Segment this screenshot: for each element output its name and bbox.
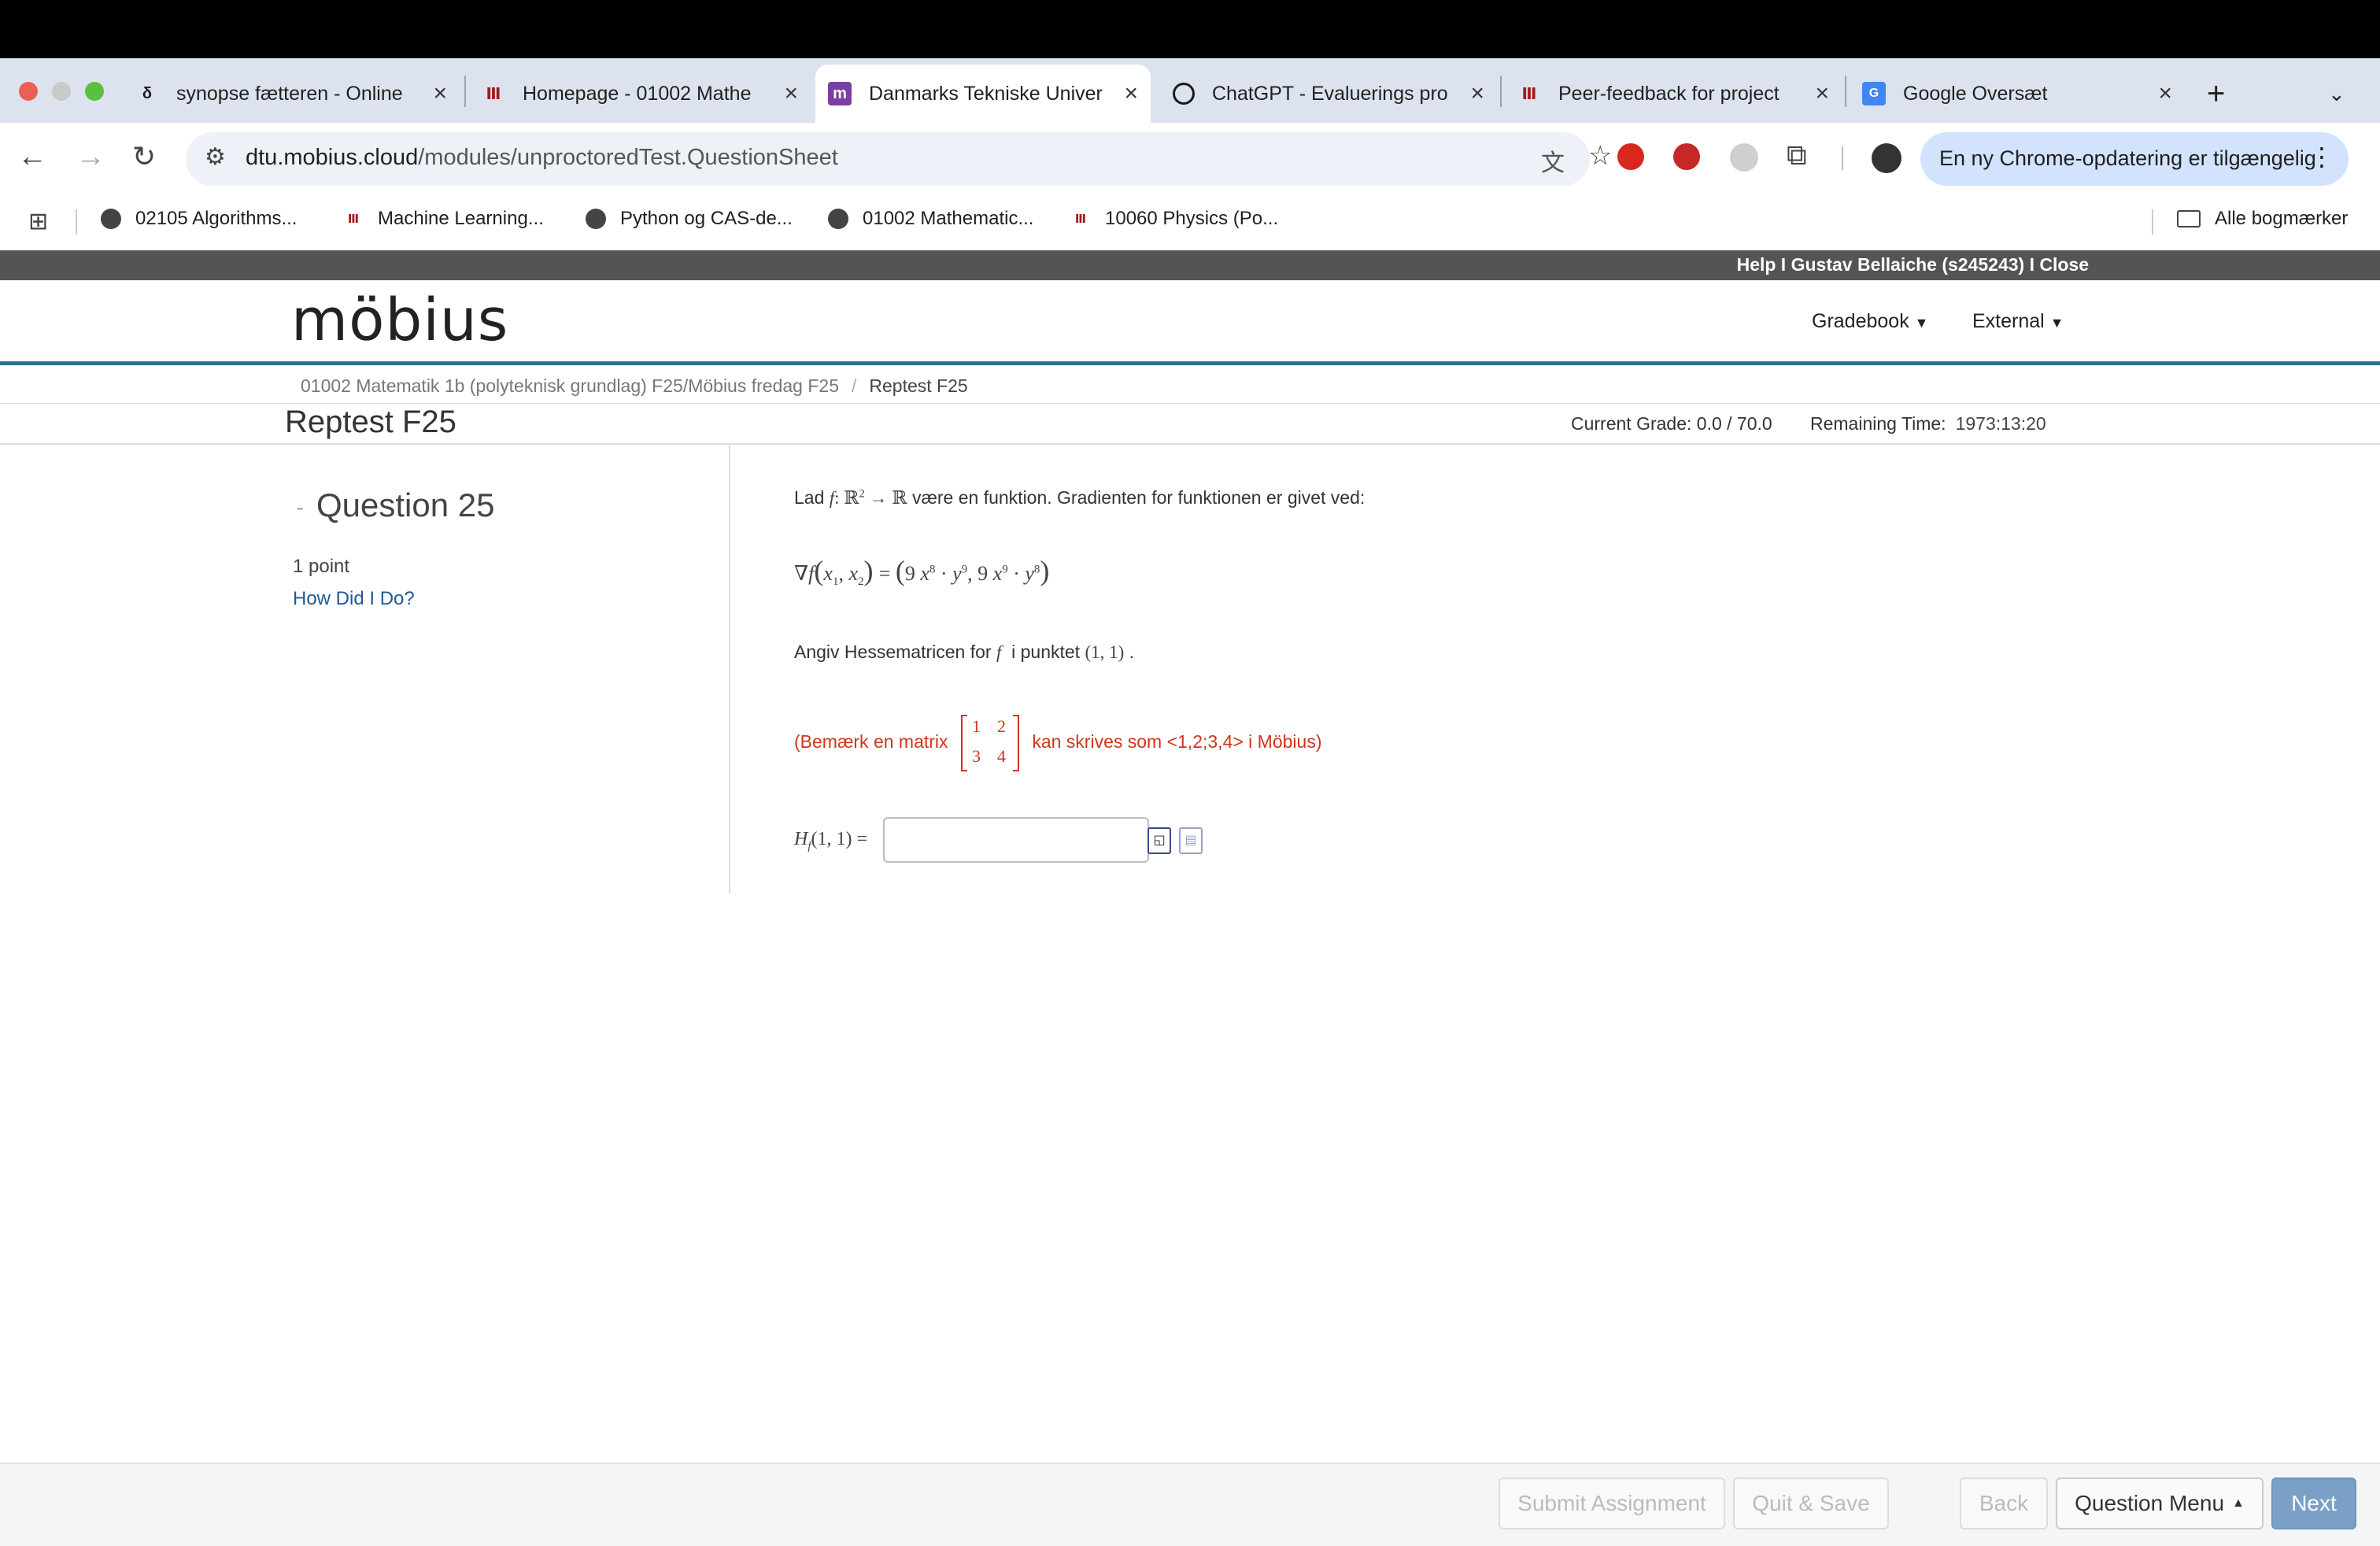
update-label: En ny Chrome-opdatering er tilgængelig (1939, 146, 2316, 170)
screen-top-bar (0, 0, 2380, 58)
breadcrumb-course[interactable]: 01002 Matematik 1b (polyteknisk grundlag… (301, 375, 839, 396)
plus-icon: + (2207, 76, 2226, 111)
adblock-extension-icon[interactable] (1617, 143, 1644, 170)
page-title: Reptest F25 (285, 405, 456, 439)
tab-homepage[interactable]: Ⅲ Homepage - 01002 Mathe × (469, 65, 811, 123)
seo-extension-icon[interactable] (1673, 143, 1700, 170)
nav-external[interactable]: External ▼ (1972, 310, 2064, 333)
url-text: dtu.mobius.cloud/modules/unproctoredTest… (246, 145, 838, 170)
back-button[interactable]: Back (1960, 1478, 2048, 1529)
globe-icon (828, 209, 848, 229)
forward-arrow-icon[interactable]: → (76, 140, 105, 174)
question-intro: Lad f: ℝ2 → ℝ være en funktion. Gradient… (794, 487, 1366, 508)
divider (76, 209, 77, 235)
new-tab-button[interactable]: + (2196, 65, 2243, 123)
divider (1842, 146, 1843, 170)
dtu-icon: Ⅲ (486, 85, 501, 103)
matrix-note: (Bemærk en matrix 1 2 3 4 kan skrives so… (794, 715, 1322, 771)
tab-search-button[interactable]: ⌄ (2314, 65, 2361, 123)
breadcrumb-current: Reptest F25 (869, 375, 968, 396)
tab-title: Danmarks Tekniske Univer (869, 82, 1103, 105)
caret-down-icon: ▼ (2049, 315, 2064, 331)
globe-icon (101, 209, 121, 229)
bookmark-item[interactable]: Ⅲ 10060 Physics (Po... (1070, 208, 1278, 230)
tab-title: Homepage - 01002 Mathe (523, 82, 752, 105)
dtu-icon: Ⅲ (1074, 213, 1087, 226)
caret-up-icon: ▲ (2232, 1496, 2245, 1510)
question-menu-button[interactable]: Question Menu ▲ (2056, 1478, 2264, 1529)
how-did-i-do-link[interactable]: How Did I Do? (293, 588, 415, 610)
tab-title: Google Oversæt (1903, 82, 2048, 105)
maximize-window-button[interactable] (85, 82, 104, 101)
example-matrix: 1 2 3 4 (960, 715, 1019, 771)
dtu-icon: Ⅲ (1521, 85, 1537, 103)
tab-title: ChatGPT - Evaluerings pro (1212, 82, 1448, 105)
tab-google-translate[interactable]: G Google Oversæt × (1850, 65, 2185, 123)
site-settings-icon[interactable]: ⚙ (205, 143, 226, 171)
breadcrumb: 01002 Matematik 1b (polyteknisk grundlag… (301, 375, 968, 396)
next-button[interactable]: Next (2271, 1478, 2356, 1529)
bookmark-item[interactable]: 02105 Algorithms... (101, 208, 297, 230)
divider (2152, 209, 2153, 235)
close-tab-icon[interactable]: × (2158, 80, 2172, 107)
question-label: - Question 25 (296, 486, 495, 523)
all-bookmarks-button[interactable]: Alle bogmærker (2177, 208, 2348, 230)
submit-assignment-button[interactable]: Submit Assignment (1499, 1478, 1725, 1529)
collapse-icon[interactable]: - (296, 494, 304, 520)
tab-danmarks[interactable]: m Danmarks Tekniske Univer × (815, 65, 1151, 123)
bookmark-star-icon[interactable]: ☆ (1588, 140, 1612, 172)
grammarly-icon: δ (142, 84, 153, 102)
folder-icon (2177, 210, 2201, 227)
equation-editor-icon[interactable]: ▤ (1179, 827, 1203, 854)
tab-separator (464, 76, 466, 107)
puzzle-icon[interactable]: ⧉ (1787, 139, 1807, 172)
hessian-answer-input[interactable] (883, 817, 1149, 863)
preview-icon[interactable]: ◱ (1148, 827, 1171, 854)
help-user-close-links[interactable]: Help I Gustav Bellaiche (s245243) I Clos… (1737, 254, 2089, 276)
bookmark-item[interactable]: Python og CAS-de... (586, 208, 793, 230)
remaining-time: Remaining Time: 1973:13:20 (1810, 413, 2046, 434)
translate-icon[interactable]: 文 (1541, 143, 1565, 178)
mobius-top-bar: Help I Gustav Bellaiche (s245243) I Clos… (0, 250, 2380, 280)
tab-separator (1500, 76, 1502, 107)
close-tab-icon[interactable]: × (784, 80, 798, 107)
close-tab-icon[interactable]: × (1815, 80, 1829, 107)
kebab-menu-icon[interactable]: ⋮ (2309, 142, 2334, 172)
minimize-window-button[interactable] (52, 82, 71, 101)
close-window-button[interactable] (19, 82, 38, 101)
mobius-icon: m (828, 82, 852, 105)
tab-title: Peer-feedback for project (1558, 82, 1779, 105)
apps-grid-icon[interactable]: ⊞ (28, 208, 48, 235)
chatgpt-icon (1173, 83, 1195, 105)
nav-gradebook[interactable]: Gradebook ▼ (1812, 310, 1928, 333)
current-grade: Current Grade: 0.0 / 70.0 (1571, 413, 1772, 434)
chrome-update-button[interactable]: En ny Chrome-opdatering er tilgængelig ⋮ (1920, 132, 2349, 186)
globe-icon (586, 209, 606, 229)
tab-peer-feedback[interactable]: Ⅲ Peer-feedback for project × (1505, 65, 1842, 123)
address-bar[interactable]: ⚙ dtu.mobius.cloud/modules/unproctoredTe… (186, 132, 1612, 186)
quit-save-button[interactable]: Quit & Save (1733, 1478, 1889, 1529)
google-translate-icon: G (1862, 82, 1886, 105)
gradient-formula: ∇f(x1, x2) = (9 x8 · y9, 9 x9 · y8) (794, 555, 1050, 589)
tab-grammarly[interactable]: δ synopse fætteren - Online × (123, 65, 460, 123)
bookmark-item[interactable]: 01002 Mathematic... (828, 208, 1033, 230)
profile-avatar[interactable] (1872, 143, 1901, 173)
back-arrow-icon[interactable]: ← (17, 140, 47, 174)
answer-label: Hf(1, 1) = (794, 829, 868, 853)
question-prompt: Angiv Hessematricen for f i punktet (1, … (794, 642, 1135, 662)
dtu-icon: Ⅲ (347, 213, 360, 226)
tab-chatgpt[interactable]: ChatGPT - Evaluerings pro × (1160, 65, 1497, 123)
chevron-down-icon: ⌄ (2328, 81, 2345, 105)
question-points: 1 point (293, 556, 350, 577)
close-tab-icon[interactable]: × (1124, 80, 1138, 107)
reload-icon[interactable]: ↻ (132, 140, 156, 173)
close-tab-icon[interactable]: × (433, 80, 447, 107)
tab-title: synopse fætteren - Online (176, 82, 403, 105)
grammar-extension-icon[interactable] (1730, 143, 1758, 172)
close-tab-icon[interactable]: × (1470, 80, 1484, 107)
caret-down-icon: ▼ (1914, 315, 1929, 331)
bookmark-item[interactable]: Ⅲ Machine Learning... (343, 208, 544, 230)
mobius-logo: möbius (291, 287, 509, 354)
tab-separator (1845, 76, 1846, 107)
